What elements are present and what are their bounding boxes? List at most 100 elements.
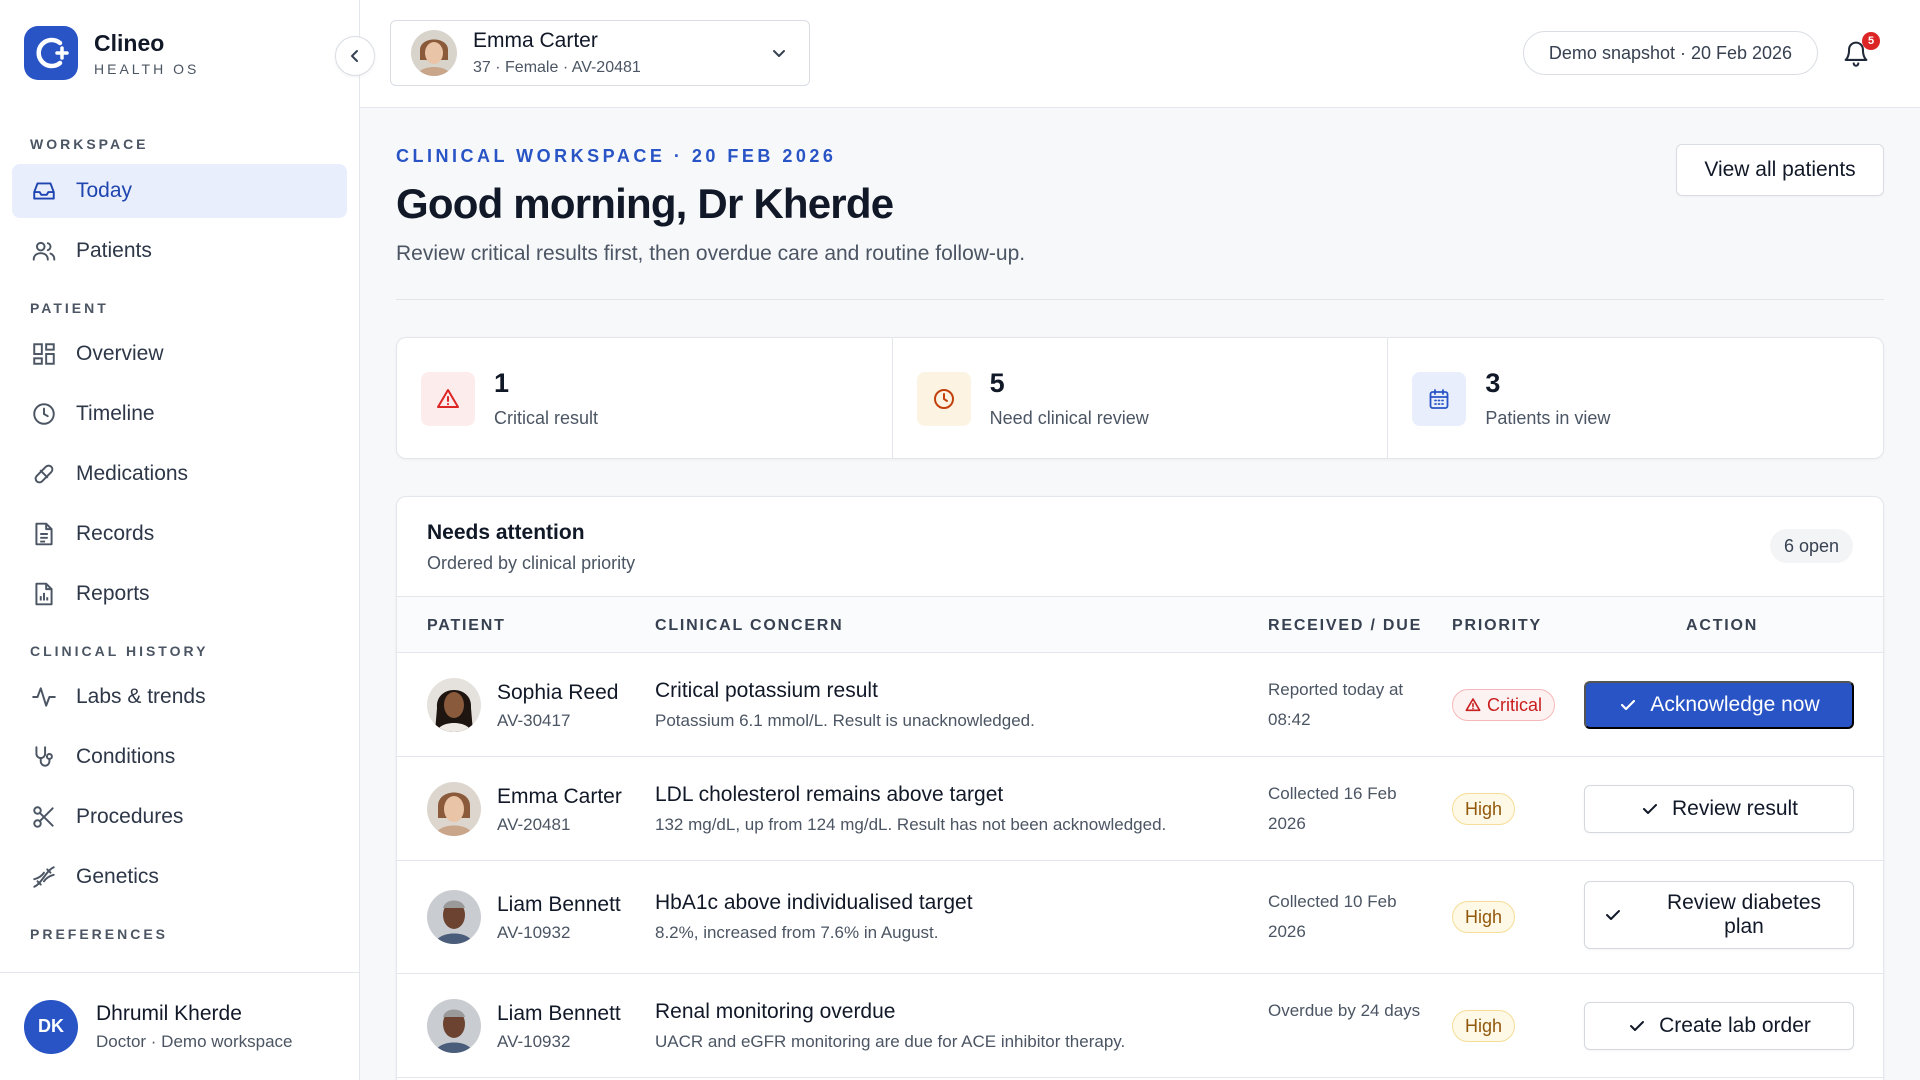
section-patient: PATIENT <box>30 300 109 316</box>
patient-name[interactable]: Emma Carter <box>497 785 622 809</box>
stats-summary: 1 Critical result 5 Need clinical review… <box>396 337 1884 459</box>
stat-review[interactable]: 5 Need clinical review <box>893 338 1389 458</box>
received-date: Collected 10 Feb 2026 <box>1268 892 1397 941</box>
table-row[interactable]: Emma Carter AV-20481 LDL cholesterol rem… <box>397 757 1883 861</box>
sidebar-item-timeline[interactable]: Timeline <box>12 387 347 441</box>
avatar <box>427 890 481 944</box>
sidebar: Clineo HEALTH OS WORKSPACE Today Patient… <box>0 0 360 1080</box>
divider <box>396 299 1884 300</box>
check-icon <box>1603 905 1623 925</box>
table-row[interactable]: Liam Bennett AV-10932 Renal monitoring o… <box>397 974 1883 1078</box>
sidebar-item-reports[interactable]: Reports <box>12 567 347 621</box>
sidebar-item-label: Timeline <box>76 402 155 425</box>
sidebar-item-today[interactable]: Today <box>12 164 347 218</box>
patient-avatar <box>411 30 457 76</box>
received-date: Overdue by 24 days <box>1268 1001 1421 1020</box>
dna-icon <box>30 863 58 891</box>
column-header-received: RECEIVED / DUE <box>1268 617 1423 634</box>
table-row[interactable]: Liam Bennett AV-10932 HbA1c above indivi… <box>397 861 1883 974</box>
action-label: Create lab order <box>1659 1014 1811 1037</box>
page-eyebrow: CLINICAL WORKSPACE · 20 FEB 2026 <box>396 146 837 166</box>
sidebar-item-label: Conditions <box>76 745 176 768</box>
clock-icon <box>916 372 971 426</box>
user-profile[interactable]: DK Dhrumil Kherde Doctor · Demo workspac… <box>0 972 360 1080</box>
sidebar-item-medications[interactable]: Medications <box>12 447 347 501</box>
sidebar-item-label: Records <box>76 522 155 545</box>
action-label: Review diabetes plan <box>1666 891 1822 938</box>
chevron-down-icon <box>769 43 789 68</box>
table-row[interactable]: Sophia Reed AV-30417 Critical potassium … <box>397 653 1883 757</box>
sidebar-item-labs-trends[interactable]: Labs & trends <box>12 670 347 724</box>
sidebar-item-genetics[interactable]: Genetics <box>12 850 347 904</box>
report-icon <box>30 580 58 608</box>
concern-title: Renal monitoring overdue <box>655 1000 896 1023</box>
section-clinical-history: CLINICAL HISTORY <box>30 643 209 659</box>
patient-id: AV-10932 <box>497 1032 571 1051</box>
sidebar-item-label: Labs & trends <box>76 685 206 708</box>
stat-value: 5 <box>989 368 1005 398</box>
patient-name[interactable]: Liam Bennett <box>497 893 621 917</box>
sidebar-item-overview[interactable]: Overview <box>12 327 347 381</box>
sidebar-item-label: Genetics <box>76 865 159 888</box>
grid-icon <box>30 340 58 368</box>
patient-name[interactable]: Liam Bennett <box>497 1002 621 1026</box>
patient-name[interactable]: Sophia Reed <box>497 681 618 705</box>
concern-title: HbA1c above individualised target <box>655 891 973 914</box>
sidebar-item-patients[interactable]: Patients <box>12 224 347 278</box>
column-header-patient: PATIENT <box>427 617 506 634</box>
sidebar-item-label: Overview <box>76 342 164 365</box>
acknowledge-now-button[interactable]: Acknowledge now <box>1584 681 1854 729</box>
sidebar-item-conditions[interactable]: Conditions <box>12 730 347 784</box>
avatar <box>427 782 481 836</box>
sidebar-item-label: Today <box>76 179 133 202</box>
stat-value: 3 <box>1485 368 1501 398</box>
document-icon <box>30 520 58 548</box>
section-workspace: WORKSPACE <box>30 136 149 152</box>
column-header-concern: CLINICAL CONCERN <box>655 617 844 634</box>
stat-critical[interactable]: 1 Critical result <box>397 338 893 458</box>
sidebar-item-procedures[interactable]: Procedures <box>12 790 347 844</box>
collapse-sidebar-button[interactable] <box>335 36 375 76</box>
users-icon <box>30 237 58 265</box>
stat-patients[interactable]: 3 Patients in view <box>1388 338 1883 458</box>
topbar: Emma Carter 37 · Female · AV-20481 Demo … <box>360 0 1920 108</box>
review-result-button[interactable]: Review result <box>1584 785 1854 833</box>
user-role: Doctor · Demo workspace <box>96 1031 293 1051</box>
stethoscope-icon <box>30 743 58 771</box>
priority-label: High <box>1465 798 1503 819</box>
sidebar-item-label: Procedures <box>76 805 184 828</box>
patient-id: AV-10932 <box>497 923 571 942</box>
avatar <box>427 678 481 732</box>
patient-switcher[interactable]: Emma Carter 37 · Female · AV-20481 <box>390 20 810 86</box>
sidebar-item-records[interactable]: Records <box>12 507 347 561</box>
column-header-priority: PRIORITY <box>1452 617 1542 634</box>
create-lab-order-button[interactable]: Create lab order <box>1584 1002 1854 1050</box>
patient-name: Emma Carter <box>473 29 598 52</box>
brand[interactable]: Clineo HEALTH OS <box>24 26 199 80</box>
page-title: Good morning, Dr Kherde <box>396 180 894 227</box>
stat-label: Need clinical review <box>989 408 1149 428</box>
brand-name: Clineo <box>94 29 165 56</box>
sidebar-item-label: Reports <box>76 582 150 605</box>
stat-label: Patients in view <box>1485 408 1611 428</box>
sidebar-item-label: Medications <box>76 462 189 485</box>
check-icon <box>1627 1016 1647 1036</box>
patient-meta: 37 · Female · AV-20481 <box>473 59 641 76</box>
priority-badge: High <box>1452 793 1516 825</box>
clock-icon <box>30 400 58 428</box>
review-diabetes-plan-button[interactable]: Review diabetes plan <box>1584 881 1854 949</box>
column-header-action: ACTION <box>1686 617 1759 634</box>
view-all-patients-button[interactable]: View all patients <box>1676 144 1884 196</box>
scissors-icon <box>30 803 58 831</box>
stat-label: Critical result <box>494 408 599 428</box>
priority-label: Critical <box>1487 694 1543 715</box>
table-header: PATIENT CLINICAL CONCERN RECEIVED / DUE … <box>397 596 1883 653</box>
calendar-icon <box>1412 372 1467 426</box>
brand-subtitle: HEALTH OS <box>94 60 200 77</box>
alert-triangle-icon <box>1465 698 1481 712</box>
avatar <box>427 999 481 1053</box>
action-label: Acknowledge now <box>1650 693 1820 716</box>
concern-detail: UACR and eGFR monitoring are due for ACE… <box>655 1032 1126 1051</box>
concern-detail: Potassium 6.1 mmol/L. Result is unacknow… <box>655 711 1035 730</box>
priority-label: High <box>1465 906 1503 927</box>
